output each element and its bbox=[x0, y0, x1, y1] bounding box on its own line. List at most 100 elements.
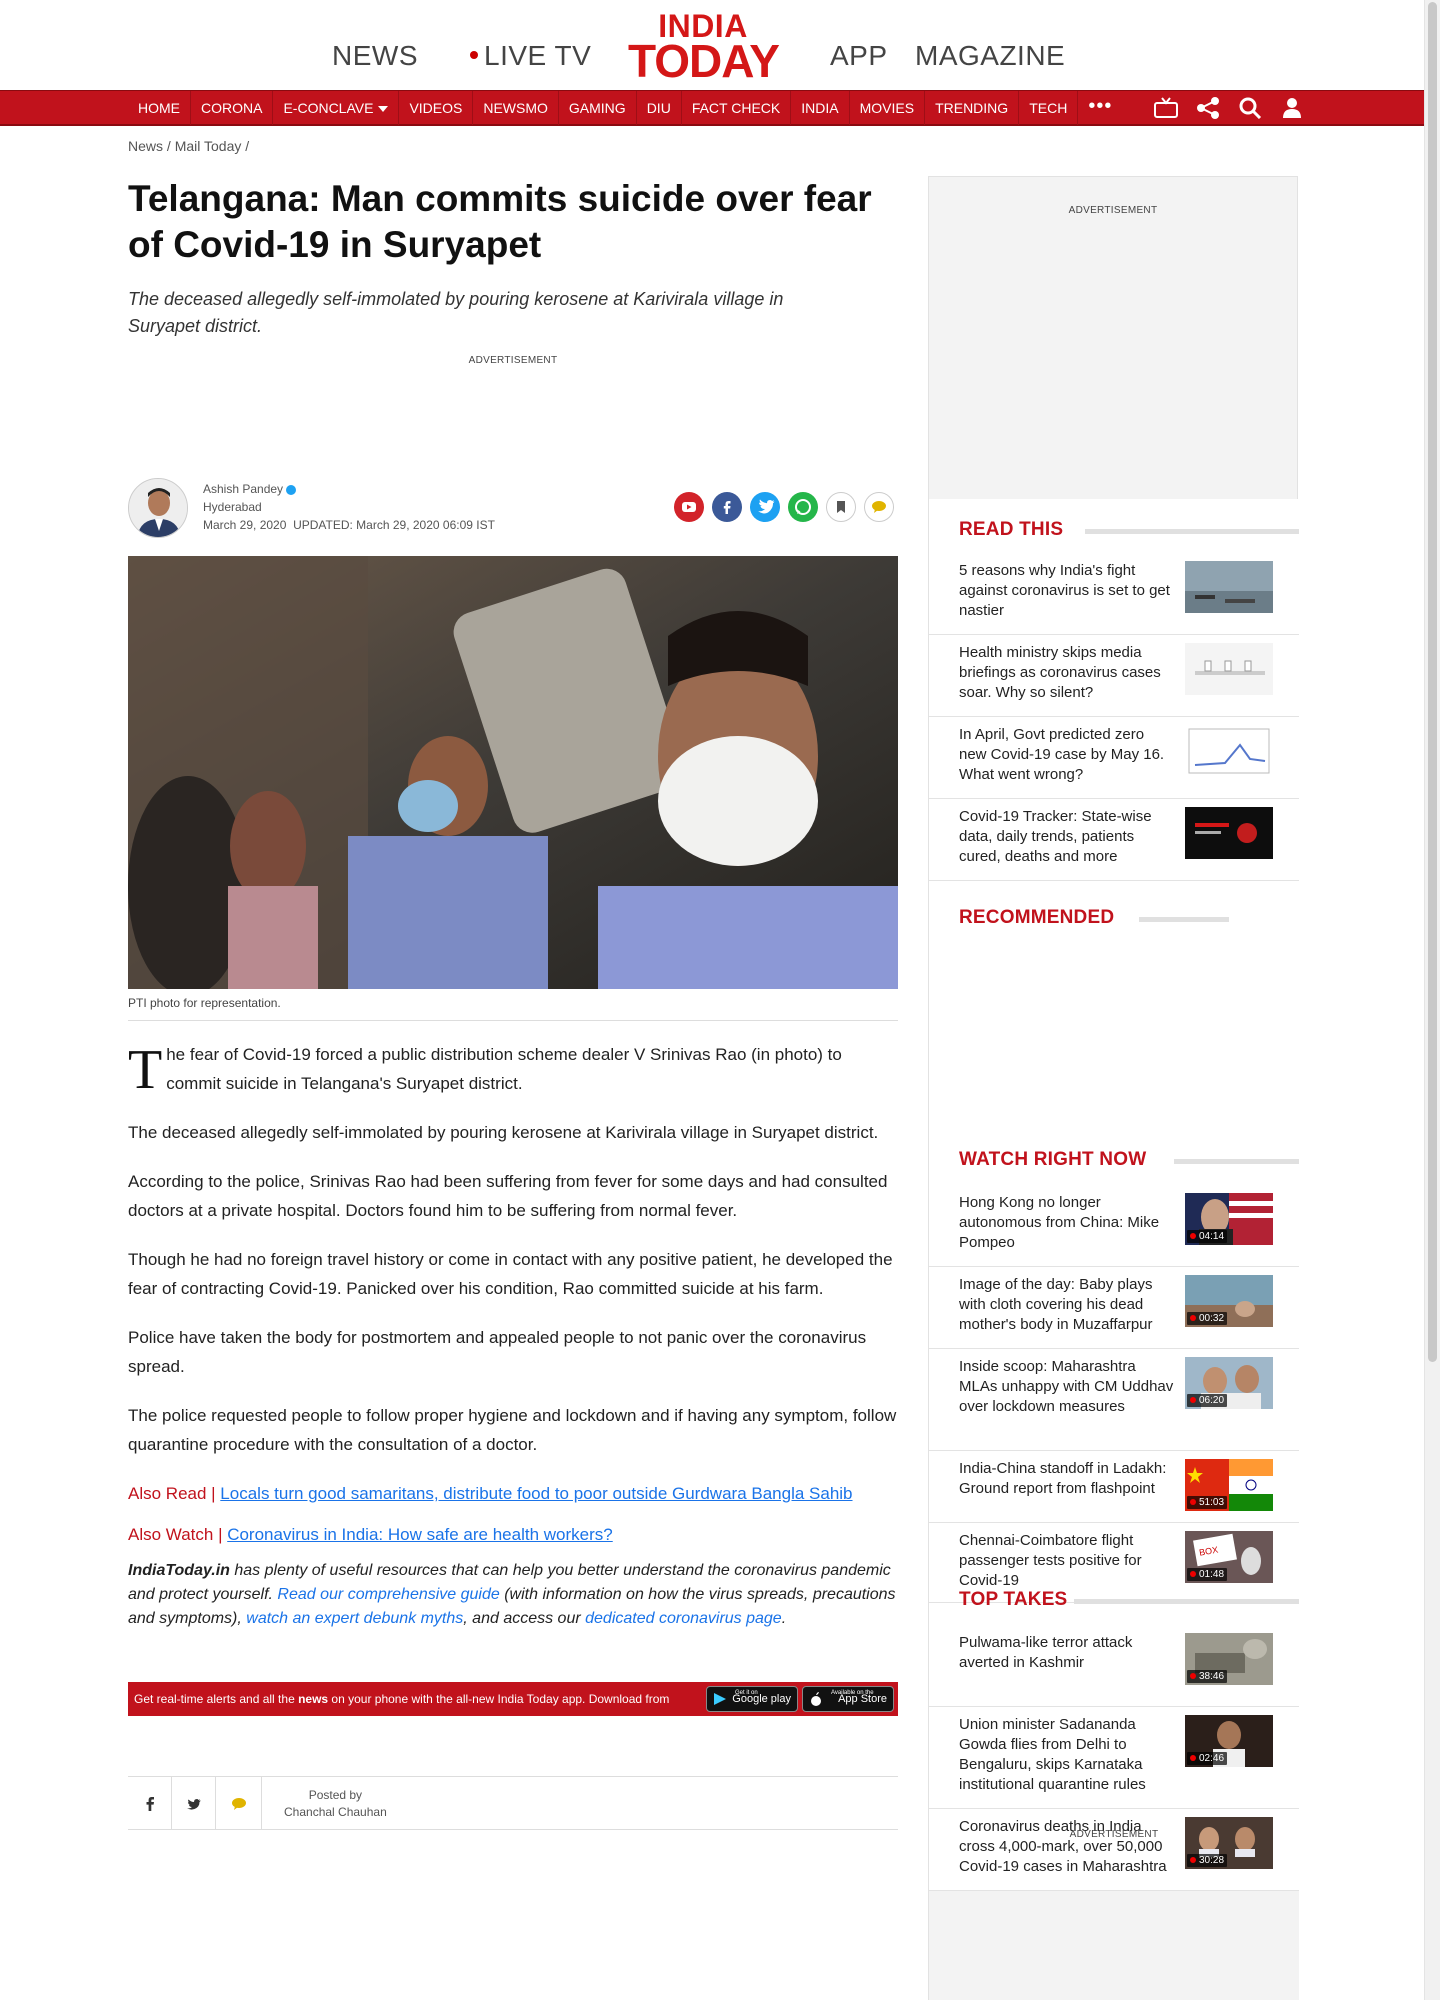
sidebar-thumbnail[interactable]: 51:03 bbox=[1185, 1459, 1273, 1511]
ad-label: ADVERTISEMENT bbox=[468, 355, 558, 366]
nav-item-fact-check[interactable]: FACT CHECK bbox=[682, 91, 792, 125]
whatsapp-icon[interactable] bbox=[788, 492, 818, 522]
sidebar-thumbnail[interactable]: 30:28 bbox=[1185, 1817, 1273, 1869]
debunk-link[interactable]: watch an expert debunk myths bbox=[246, 1610, 463, 1627]
watch-item[interactable]: Inside scoop: Maharashtra MLAs unhappy w… bbox=[929, 1349, 1299, 1451]
topnav-live-tv[interactable]: LIVE TV bbox=[470, 40, 591, 72]
sidebar-item-title[interactable]: Union minister Sadananda Gowda flies fro… bbox=[959, 1715, 1174, 1795]
sidebar-thumbnail[interactable] bbox=[1185, 725, 1273, 777]
scrollbar[interactable] bbox=[1424, 0, 1440, 2000]
nav-item-movies[interactable]: MOVIES bbox=[850, 91, 926, 125]
topnav-app[interactable]: APP bbox=[830, 40, 888, 72]
resources-note: IndiaToday.in has plenty of useful resou… bbox=[128, 1562, 896, 1627]
sidebar-thumbnail[interactable]: 38:46 bbox=[1185, 1633, 1273, 1685]
youtube-icon[interactable] bbox=[674, 492, 704, 522]
coronavirus-page-link[interactable]: dedicated coronavirus page bbox=[585, 1610, 782, 1627]
author-avatar[interactable] bbox=[128, 478, 188, 538]
topnav-news[interactable]: NEWS bbox=[332, 40, 418, 72]
nav-item-gaming[interactable]: GAMING bbox=[559, 91, 637, 125]
nav-more-button[interactable]: ••• bbox=[1078, 91, 1122, 125]
read-this-item[interactable]: 5 reasons why India's fight against coro… bbox=[929, 553, 1299, 635]
footer-comment-icon[interactable] bbox=[216, 1777, 262, 1829]
comment-icon[interactable] bbox=[864, 492, 894, 522]
sidebar-item-title[interactable]: Coronavirus deaths in India cross 4,000-… bbox=[959, 1817, 1174, 1877]
post-footer: Posted by Chanchal Chauhan bbox=[128, 1776, 898, 1830]
breadcrumb-mail-today[interactable]: Mail Today / bbox=[175, 138, 249, 154]
google-play-button[interactable]: Get it on Google play bbox=[706, 1686, 798, 1712]
footer-twitter-icon[interactable] bbox=[172, 1777, 216, 1829]
also-watch-link[interactable]: Coronavirus in India: How safe are healt… bbox=[227, 1525, 613, 1544]
nav-item-trending[interactable]: TRENDING bbox=[925, 91, 1020, 125]
top-takes-item[interactable]: Union minister Sadananda Gowda flies fro… bbox=[929, 1707, 1299, 1809]
sidebar-item-title[interactable]: 5 reasons why India's fight against coro… bbox=[959, 561, 1174, 621]
watch-item[interactable]: Hong Kong no longer autonomous from Chin… bbox=[929, 1185, 1299, 1267]
scrollbar-thumb[interactable] bbox=[1428, 2, 1437, 1362]
read-this-item[interactable]: In April, Govt predicted zero new Covid-… bbox=[929, 717, 1299, 799]
nav-item-corona[interactable]: CORONA bbox=[191, 91, 274, 125]
section-rule bbox=[1085, 529, 1299, 534]
nav-item-home[interactable]: HOME bbox=[128, 91, 191, 125]
breadcrumb-news[interactable]: News / bbox=[128, 138, 171, 154]
watch-section: WATCH RIGHT NOW Hong Kong no longer auto… bbox=[929, 1055, 1299, 2000]
paragraph-4: Though he had no foreign travel history … bbox=[128, 1250, 893, 1298]
ad-slot-main: ADVERTISEMENT bbox=[128, 355, 898, 366]
app-store-button[interactable]: Available on the App Store bbox=[802, 1686, 894, 1712]
facebook-icon[interactable] bbox=[712, 492, 742, 522]
nav-item-e-conclave[interactable]: E-CONCLAVE bbox=[273, 91, 400, 125]
nav-item-videos[interactable]: VIDEOS bbox=[399, 91, 474, 125]
share-icon[interactable] bbox=[1196, 97, 1220, 119]
google-play-icon bbox=[714, 1693, 726, 1705]
read-this-item[interactable]: Health ministry skips media briefings as… bbox=[929, 635, 1299, 717]
author-name[interactable]: Ashish Pandey bbox=[203, 482, 283, 496]
nav-item-newsmo[interactable]: NEWSMO bbox=[473, 91, 559, 125]
sidebar-thumbnail[interactable]: 02:46 bbox=[1185, 1715, 1273, 1767]
top-header: NEWS LIVE TV INDIA TODAY APP MAGAZINE bbox=[0, 0, 1424, 90]
video-duration-badge: 02:46 bbox=[1187, 1752, 1228, 1765]
video-duration-badge: 38:46 bbox=[1187, 1670, 1228, 1683]
also-read-link[interactable]: Locals turn good samaritans, distribute … bbox=[220, 1484, 852, 1503]
sidebar-thumbnail[interactable] bbox=[1185, 561, 1273, 613]
read-this-item[interactable]: Covid-19 Tracker: State-wise data, daily… bbox=[929, 799, 1299, 881]
sidebar-item-title[interactable]: Pulwama-like terror attack averted in Ka… bbox=[959, 1633, 1174, 1673]
top-takes-title: TOP TAKES bbox=[959, 1589, 1068, 1610]
tv-icon[interactable] bbox=[1154, 97, 1178, 119]
dropcap: T bbox=[128, 1039, 163, 1101]
watch-item[interactable]: India-China standoff in Ladakh: Ground r… bbox=[929, 1451, 1299, 1523]
nav-item-tech[interactable]: TECH bbox=[1019, 91, 1079, 125]
sidebar-item-title[interactable]: Inside scoop: Maharashtra MLAs unhappy w… bbox=[959, 1357, 1174, 1417]
topnav-magazine[interactable]: MAGAZINE bbox=[915, 40, 1065, 72]
sidebar-item-title[interactable]: Health ministry skips media briefings as… bbox=[959, 643, 1174, 703]
guide-link[interactable]: Read our comprehensive guide bbox=[277, 1586, 499, 1603]
app-download-banner: Get real-time alerts and all the news on… bbox=[128, 1682, 898, 1716]
nav-item-diu[interactable]: DIU bbox=[637, 91, 682, 125]
twitter-share-icon[interactable] bbox=[750, 492, 780, 522]
top-takes-item[interactable]: Coronavirus deaths in India cross 4,000-… bbox=[929, 1809, 1299, 1891]
sidebar-thumbnail[interactable]: 06:20 bbox=[1185, 1357, 1273, 1409]
sidebar-item-title[interactable]: Chennai-Coimbatore flight passenger test… bbox=[959, 1531, 1174, 1591]
sidebar-item-title[interactable]: Hong Kong no longer autonomous from Chin… bbox=[959, 1193, 1174, 1253]
sidebar-thumbnail[interactable]: BOX 01:48 bbox=[1185, 1531, 1273, 1583]
watch-item[interactable]: Image of the day: Baby plays with cloth … bbox=[929, 1267, 1299, 1349]
bookmark-icon[interactable] bbox=[826, 492, 856, 522]
sidebar-item-title[interactable]: India-China standoff in Ladakh: Ground r… bbox=[959, 1459, 1174, 1499]
sidebar-item-title[interactable]: Covid-19 Tracker: State-wise data, daily… bbox=[959, 807, 1174, 867]
sidebar-thumbnail[interactable]: 04:14 bbox=[1185, 1193, 1273, 1245]
sidebar-thumbnail[interactable] bbox=[1185, 643, 1273, 695]
nav-item-india[interactable]: INDIA bbox=[791, 91, 850, 125]
recommended-title: RECOMMENDED bbox=[959, 907, 1115, 928]
video-duration-badge: 04:14 bbox=[1187, 1230, 1228, 1243]
share-icons bbox=[674, 492, 894, 522]
sidebar-item-title[interactable]: In April, Govt predicted zero new Covid-… bbox=[959, 725, 1174, 785]
main-nav: HOME CORONA E-CONCLAVE VIDEOS NEWSMO GAMING DI… bbox=[0, 90, 1424, 126]
sidebar: ADVERTISEMENT READ THIS 5 reasons why In… bbox=[928, 176, 1299, 2000]
user-icon[interactable] bbox=[1280, 97, 1304, 119]
sidebar-item-title[interactable]: Image of the day: Baby plays with cloth … bbox=[959, 1275, 1174, 1335]
sidebar-thumbnail[interactable] bbox=[1185, 807, 1273, 859]
site-logo[interactable]: INDIA TODAY bbox=[628, 10, 780, 84]
sidebar-thumbnail[interactable]: 00:32 bbox=[1185, 1275, 1273, 1327]
twitter-icon[interactable] bbox=[286, 484, 297, 495]
paragraph-2: The deceased allegedly self-immolated by… bbox=[128, 1123, 879, 1142]
top-takes-item[interactable]: Pulwama-like terror attack averted in Ka… bbox=[929, 1625, 1299, 1707]
footer-facebook-icon[interactable] bbox=[128, 1777, 172, 1829]
search-icon[interactable] bbox=[1238, 97, 1262, 120]
